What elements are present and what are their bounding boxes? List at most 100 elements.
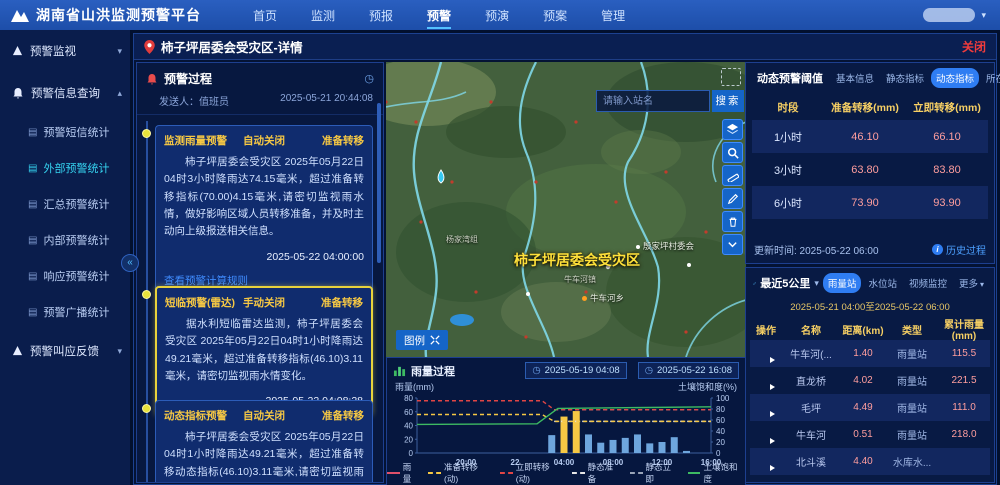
chevron-down-icon[interactable]: ▾ <box>814 278 819 289</box>
legend-item[interactable]: 雨量 <box>387 461 419 485</box>
table-row: 3小时 63.80 83.80 <box>752 153 988 186</box>
chart-title: 雨量过程 <box>411 363 455 379</box>
nav-item-forecast[interactable]: 预报 <box>355 1 407 30</box>
tab-sub-watershed[interactable]: 所在小流域 <box>981 68 1000 88</box>
chart-bar <box>646 443 653 453</box>
chevron-icon: ▾ <box>117 46 122 57</box>
fullscreen-icon[interactable] <box>721 68 741 86</box>
tab-static-index[interactable]: 静态指标 <box>881 68 929 88</box>
sidebar-item-broadcast-stats[interactable]: ▤ 预警广播统计 <box>0 294 130 330</box>
legend-marker <box>688 472 701 474</box>
list-icon: ▤ <box>28 163 37 174</box>
table-header-row: 操作 名称 距离(km) 类型 累计雨量 (mm) <box>750 316 990 340</box>
tab-rain-stations[interactable]: 雨量站 <box>823 273 862 293</box>
nav-item-monitor[interactable]: 监测 <box>297 1 349 30</box>
layers-button[interactable] <box>722 119 743 140</box>
tab-video-monitor[interactable]: 视频监控 <box>904 273 952 293</box>
map-view[interactable]: 杨家湾组 柿子坪居委会受灾区 牛车河镇 牛车河乡 殷家坪村委会 搜索 <box>386 62 746 357</box>
map-search-button[interactable]: 搜索 <box>712 90 744 112</box>
tools-collapse-button[interactable] <box>722 234 743 255</box>
sidebar-item-external-stats[interactable]: ▤ 外部预警统计 <box>0 150 130 186</box>
sidebar: 预警监视 ▾ 预警信息查询 ▴ ▤ 预警短信统计 ▤ 外部预警统计 ▤ 汇总预警… <box>0 30 130 485</box>
chevron-down-icon <box>727 239 738 250</box>
clock-icon: ◷ <box>645 365 653 376</box>
timeline-dot <box>142 290 151 299</box>
warning-type-badge: 短临预警(雷达) <box>165 295 235 310</box>
sidebar-group-label: 预警监视 <box>30 43 76 59</box>
measure-button[interactable] <box>722 165 743 186</box>
svg-text:0: 0 <box>409 449 414 458</box>
clear-button[interactable] <box>722 211 743 232</box>
sidebar-group-query[interactable]: 预警信息查询 ▴ <box>0 72 130 114</box>
close-mode-label: 自动关闭 <box>243 408 285 423</box>
clock-icon: ◷ <box>532 365 540 376</box>
sidebar-group-feedback[interactable]: 预警叫应反馈 ▾ <box>0 330 130 372</box>
nav-item-drill[interactable]: 预演 <box>471 1 523 30</box>
right-axis-title: 土壤饱和度(%) <box>678 380 737 393</box>
legend-label: 雨量 <box>403 461 420 485</box>
table-row: 毛坪 4.49 雨量站 111.0 <box>750 394 990 421</box>
legend-label: 准备转移(动) <box>444 461 491 485</box>
tab-water-stations[interactable]: 水位站 <box>863 273 902 293</box>
list-icon: ▤ <box>28 235 37 246</box>
legend-item[interactable]: 准备转移(动) <box>428 461 491 485</box>
nav-item-home[interactable]: 首页 <box>239 1 291 30</box>
sidebar-group-monitor[interactable]: 预警监视 ▾ <box>0 30 130 72</box>
sender-row: 发送人：值班员 2025-05-21 20:44:08 <box>137 91 383 115</box>
close-button[interactable]: 关闭 <box>962 38 986 55</box>
sidebar-item-internal-stats[interactable]: ▤ 内部预警统计 <box>0 222 130 258</box>
chart-bar <box>610 440 617 453</box>
threshold-footer: 更新时间: 2025-05-22 06:00 i 历史过程 <box>754 242 986 257</box>
legend-item[interactable]: 土壤饱和度 <box>688 461 745 485</box>
map-legend-button[interactable]: 图例 <box>396 330 448 350</box>
white-dot-marker <box>636 245 640 249</box>
tab-dynamic-index[interactable]: 动态指标 <box>931 68 979 88</box>
legend-marker <box>572 472 585 474</box>
tab-basic-info[interactable]: 基本信息 <box>831 68 879 88</box>
legend-marker <box>630 472 643 474</box>
threshold-tabs: 基本信息 静态指标 动态指标 所在小流域 <box>831 68 1000 88</box>
history-link[interactable]: i 历史过程 <box>932 242 986 257</box>
nav-item-plan[interactable]: 预案 <box>529 1 581 30</box>
table-row: 牛车河 0.51 雨量站 218.0 <box>750 421 990 448</box>
app-root: 湖南省山洪监测预警平台 首页 监测 预报 预警 预演 预案 管理 ▾ 预警监视 … <box>0 0 1000 485</box>
threshold-panel-header: 动态预警阈值 基本信息 静态指标 动态指标 所在小流域 <box>746 63 994 92</box>
map-label-village-e: 殷家坪村委会 <box>636 240 694 252</box>
mountain-logo-icon <box>10 7 30 23</box>
draw-button[interactable] <box>722 188 743 209</box>
start-datetime-picker[interactable]: ◷ 2025-05-19 04:08 <box>525 362 626 379</box>
nearby-panel-header: 最近5公里 ▾ 雨量站 水位站 视频监控 更多▾ <box>746 268 994 297</box>
legend-item[interactable]: 静态准备 <box>572 461 621 485</box>
chart-bar <box>597 443 604 453</box>
collapse-arrows-icon <box>430 335 440 345</box>
legend-marker <box>387 472 400 474</box>
nearby-table: 操作 名称 距离(km) 类型 累计雨量 (mm) 牛车河(... 1.40 雨… <box>750 316 990 475</box>
tab-more[interactable]: 更多▾ <box>954 273 989 293</box>
scrollbar[interactable] <box>377 103 381 263</box>
warning-level-badge: 准备转移 <box>322 133 364 148</box>
user-menu[interactable]: ▾ <box>923 8 986 22</box>
chart-bar <box>573 411 580 453</box>
nav-item-manage[interactable]: 管理 <box>587 1 639 30</box>
warning-card-monitor-rain[interactable]: 监测雨量预警 自动关闭 准备转移 柿子坪居委会受灾区 2025年05月22日04… <box>155 125 373 296</box>
svg-text:20: 20 <box>404 435 413 444</box>
sidebar-item-summary-stats[interactable]: ▤ 汇总预警统计 <box>0 186 130 222</box>
warning-card-dynamic[interactable]: 动态指标预警 自动关闭 准备转移 柿子坪居委会受灾区 2025年05月22日04… <box>155 400 373 483</box>
sidebar-item-response-stats[interactable]: ▤ 响应预警统计 <box>0 258 130 294</box>
chevron-down-icon: ▾ <box>980 280 984 289</box>
legend-item[interactable]: 立即转移(动) <box>500 461 563 485</box>
legend-label: 静态立即 <box>646 461 679 485</box>
legend-marker <box>500 472 513 474</box>
bell-icon <box>12 46 23 57</box>
end-datetime-picker[interactable]: ◷ 2025-05-22 16:08 <box>638 362 739 379</box>
map-search-input[interactable] <box>596 90 710 112</box>
nav-item-warning[interactable]: 预警 <box>413 1 465 30</box>
legend-button-label: 图例 <box>404 333 425 348</box>
sidebar-item-sms-stats[interactable]: ▤ 预警短信统计 <box>0 114 130 150</box>
zoom-search-button[interactable] <box>722 142 743 163</box>
username-pill <box>923 8 975 22</box>
legend-item[interactable]: 静态立即 <box>630 461 679 485</box>
sidebar-collapse-button[interactable]: « <box>121 254 139 272</box>
clock-icon[interactable]: ◷ <box>364 72 374 85</box>
warning-card-radar[interactable]: 短临预警(雷达) 手动关闭 准备转移 据水利短临雷达监测，柿子坪居委会受灾区 2… <box>155 286 373 416</box>
